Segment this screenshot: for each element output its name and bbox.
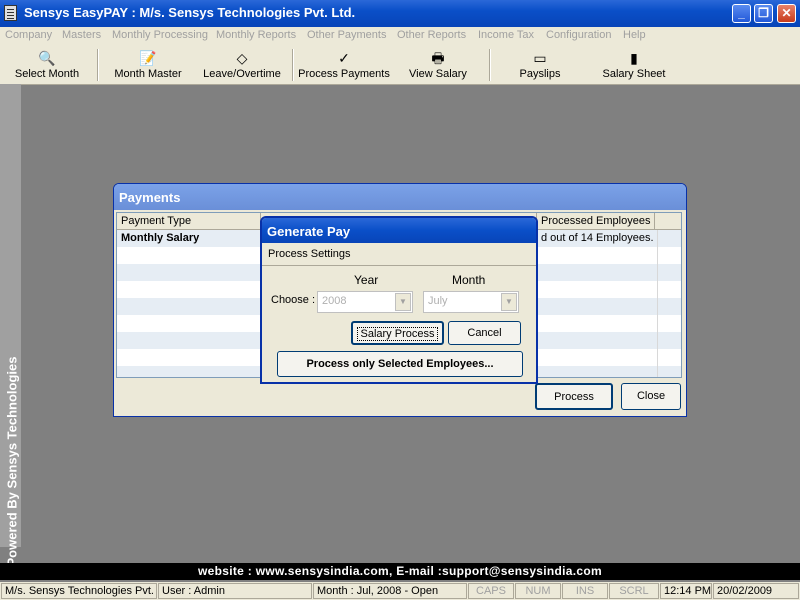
- status-month: Month : Jul, 2008 - Open: [313, 583, 467, 599]
- menu-other-payments[interactable]: Other Payments: [307, 29, 386, 41]
- status-scrl: SCRL: [609, 583, 659, 599]
- payments-close-label: Close: [636, 390, 666, 402]
- month-select[interactable]: July ▼: [423, 291, 519, 313]
- payslips-icon: ▭: [533, 50, 547, 66]
- view-salary-button[interactable]: 🖶 View Salary: [400, 46, 476, 84]
- close-button[interactable]: ✕: [777, 4, 796, 23]
- menu-other-reports[interactable]: Other Reports: [397, 29, 466, 41]
- process-button-label: Process: [554, 391, 594, 403]
- payslips-label: Payslips: [519, 68, 561, 80]
- process-selected-employees-button[interactable]: Process only Selected Employees...: [277, 351, 523, 377]
- menu-masters[interactable]: Masters: [62, 29, 101, 41]
- app-icon[interactable]: [4, 5, 17, 21]
- status-company: M/s. Sensys Technologies Pvt.: [1, 583, 157, 599]
- powered-by-text: Powered By Sensys Technologies: [4, 356, 20, 567]
- toolbar-separator: [97, 49, 99, 81]
- salary-sheet-button[interactable]: ▮ Salary Sheet: [594, 46, 674, 84]
- title-bar: Sensys EasyPAY : M/s. Sensys Technologie…: [0, 0, 800, 27]
- toolbar: 🔍 Select Month 📝 Month Master ◇ Leave/Ov…: [0, 46, 800, 85]
- year-select[interactable]: 2008 ▼: [317, 291, 413, 313]
- restore-button[interactable]: ❐: [754, 4, 773, 23]
- processed-cell: d out of 14 Employees.: [541, 232, 654, 244]
- menu-company[interactable]: Company: [5, 29, 52, 41]
- select-month-button[interactable]: 🔍 Select Month: [8, 46, 86, 84]
- status-ins: INS: [562, 583, 608, 599]
- salary-sheet-label: Salary Sheet: [602, 68, 666, 80]
- process-payments-label: Process Payments: [298, 68, 390, 80]
- leave-overtime-icon: ◇: [236, 50, 248, 66]
- year-label: Year: [354, 273, 379, 287]
- month-select-value: July: [428, 295, 448, 307]
- menu-help[interactable]: Help: [623, 29, 646, 41]
- status-caps: CAPS: [468, 583, 514, 599]
- status-num: NUM: [515, 583, 561, 599]
- payments-close-button[interactable]: Close: [621, 383, 681, 410]
- month-master-button[interactable]: 📝 Month Master: [108, 46, 188, 84]
- chevron-down-icon[interactable]: ▼: [395, 293, 411, 311]
- toolbar-separator: [489, 49, 491, 81]
- menu-bar: Company Masters Monthly Processing Month…: [0, 27, 800, 46]
- generate-pay-title: Generate Pay: [267, 224, 351, 239]
- payment-type-cell: Monthly Salary: [121, 232, 200, 244]
- chevron-down-icon[interactable]: ▼: [501, 293, 517, 311]
- status-user: User : Admin: [158, 583, 312, 599]
- toolbar-separator: [292, 49, 294, 81]
- view-salary-label: View Salary: [409, 68, 467, 80]
- column-header-processed[interactable]: Processed Employees: [537, 213, 655, 230]
- process-settings-header: Process Settings: [262, 243, 536, 266]
- cancel-button[interactable]: Cancel: [448, 321, 521, 345]
- side-strip: Powered By Sensys Technologies: [0, 84, 21, 567]
- minimize-button[interactable]: _: [732, 4, 751, 23]
- website-banner: website : www.sensysindia.com, E-mail :s…: [0, 563, 800, 580]
- menu-configuration[interactable]: Configuration: [546, 29, 611, 41]
- select-month-label: Select Month: [14, 68, 80, 80]
- window-title: Sensys EasyPAY : M/s. Sensys Technologie…: [24, 5, 356, 20]
- generate-pay-dialog: Generate Pay Process Settings Year Month…: [260, 216, 538, 384]
- month-label: Month: [452, 273, 486, 287]
- salary-process-label: Salary Process: [356, 327, 439, 341]
- salary-sheet-icon: ▮: [630, 50, 638, 66]
- year-select-value: 2008: [322, 295, 347, 307]
- payments-title-bar: Payments: [114, 184, 686, 210]
- month-master-icon: 📝: [139, 50, 157, 66]
- payments-title: Payments: [119, 190, 181, 205]
- process-settings-label: Process Settings: [268, 248, 351, 260]
- salary-process-button[interactable]: Salary Process: [351, 321, 444, 345]
- status-bar: M/s. Sensys Technologies Pvt. User : Adm…: [0, 582, 800, 600]
- process-selected-label: Process only Selected Employees...: [306, 358, 494, 370]
- status-time: 12:14 PM: [660, 583, 712, 599]
- leave-overtime-button[interactable]: ◇ Leave/Overtime: [198, 46, 286, 84]
- select-month-icon: 🔍: [38, 50, 56, 66]
- view-salary-icon: 🖶: [431, 50, 445, 66]
- choose-label: Choose :: [271, 294, 316, 306]
- menu-income-tax[interactable]: Income Tax: [478, 29, 534, 41]
- payslips-button[interactable]: ▭ Payslips: [505, 46, 575, 84]
- process-button[interactable]: Process: [535, 383, 613, 410]
- generate-pay-title-bar: Generate Pay: [262, 218, 536, 243]
- month-master-label: Month Master: [114, 68, 182, 80]
- grid-line: [657, 230, 658, 377]
- leave-overtime-label: Leave/Overtime: [203, 68, 281, 80]
- column-header-filler: [655, 213, 681, 230]
- checkmark-icon: ✓: [338, 50, 350, 66]
- menu-monthly-reports[interactable]: Monthly Reports: [216, 29, 296, 41]
- menu-monthly-processing[interactable]: Monthly Processing: [112, 29, 208, 41]
- column-header-payment-type[interactable]: Payment Type: [117, 213, 261, 230]
- cancel-label: Cancel: [467, 327, 502, 339]
- process-payments-button[interactable]: ✓ Process Payments: [297, 46, 391, 84]
- status-date: 20/02/2009: [713, 583, 799, 599]
